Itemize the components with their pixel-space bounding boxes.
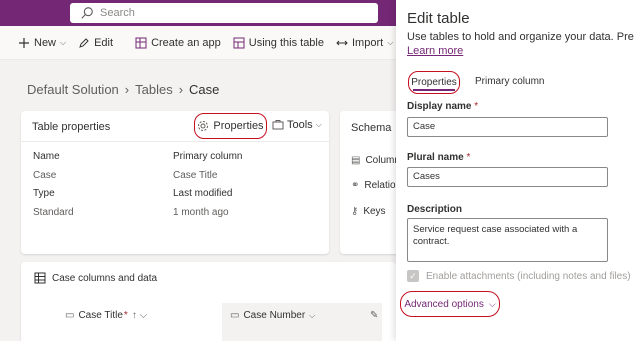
grid-header-shade (222, 303, 382, 341)
tab-properties-label: Properties (411, 77, 457, 88)
sort-icon: ↑ ⌵ (131, 310, 148, 321)
plus-icon (19, 37, 29, 48)
import-label: Import (352, 36, 384, 49)
panel-description: Use tables to hold and organize your dat… (407, 31, 634, 43)
modified-value: 1 month ago (173, 207, 229, 218)
search-icon (81, 7, 93, 19)
panel-title: Edit table (407, 10, 470, 27)
column-header-case-number[interactable]: ▭ Case Number ⌵ (230, 310, 315, 321)
using-table-button[interactable]: Using this table (233, 37, 324, 49)
modified-label: Last modified (173, 188, 233, 199)
properties-label: Properties (213, 120, 264, 132)
toolbox-icon (272, 120, 284, 130)
edit-button[interactable]: Edit (78, 37, 113, 49)
chevron-down-icon: ⌵ (315, 120, 322, 129)
description-field[interactable]: Service request case associated with a c… (407, 218, 608, 262)
columns-title-text: Case columns and data (52, 272, 158, 284)
breadcrumb-solution[interactable]: Default Solution (27, 82, 119, 97)
schema-title-text: Schema (351, 122, 392, 134)
new-button[interactable]: New ⌵ (18, 37, 66, 49)
type-value: Standard (33, 207, 74, 218)
name-value: Case (33, 170, 57, 181)
app-grid-icon (135, 37, 147, 48)
enable-attachments-checkbox[interactable]: ✓ (407, 270, 419, 282)
tools-label: Tools (287, 119, 313, 131)
divider (21, 141, 329, 142)
required-marker: * (474, 101, 479, 112)
import-button[interactable]: Import ⌵ (336, 37, 393, 49)
pencil-icon[interactable]: ✎ (370, 310, 378, 321)
tab-primary-column[interactable]: Primary column (475, 76, 544, 87)
table-icon (34, 272, 46, 284)
type-label: Type (33, 188, 55, 199)
table-grid-icon (233, 37, 245, 48)
columns-icon: ▤ (351, 155, 361, 166)
primary-value: Case Title (173, 170, 218, 181)
plural-name-field[interactable]: Cases (407, 167, 608, 187)
breadcrumb-tables[interactable]: Tables (135, 82, 173, 97)
advanced-options-button[interactable]: Advanced options ⌵ (400, 291, 500, 317)
plural-name-label: Plural name * (407, 152, 470, 163)
breadcrumb: Default Solution › Tables › Case (27, 82, 219, 97)
primary-label: Primary column (173, 151, 243, 162)
card-title: Table properties (32, 121, 111, 133)
advanced-options-label: Advanced options (404, 298, 484, 310)
text-field-icon: ▭ (230, 310, 240, 321)
using-table-label: Using this table (248, 36, 324, 49)
tab-active-indicator (413, 89, 455, 91)
new-label: New (34, 36, 57, 49)
import-arrows-icon (336, 40, 348, 45)
chevron-down-icon: ⌵ (387, 37, 394, 47)
command-bar: New ⌵ Edit Create an app Using this tabl… (0, 26, 416, 60)
name-label: Name (33, 151, 60, 162)
key-icon: ⚷ (351, 206, 359, 217)
display-name-field[interactable]: Case (407, 117, 608, 137)
create-app-button[interactable]: Create an app (135, 37, 221, 49)
required-marker: * (123, 310, 128, 321)
schema-keys-link[interactable]: ⚷ Keys (351, 206, 386, 217)
relationship-icon: ⚭ (351, 180, 360, 191)
search-box[interactable]: Search (70, 3, 378, 23)
col-case-title-label: Case Title (78, 310, 123, 321)
description-label: Description (407, 204, 463, 215)
columns-card-title: Case columns and data (34, 272, 157, 284)
breadcrumb-separator: › (124, 82, 130, 97)
create-app-label: Create an app (151, 36, 221, 49)
text-field-icon: ▭ (65, 310, 75, 321)
search-placeholder: Search (100, 7, 135, 19)
chevron-down-icon: ⌵ (60, 37, 67, 47)
gear-icon (198, 121, 209, 131)
chevron-down-icon: ⌵ (488, 298, 496, 309)
chevron-down-icon: ⌵ (309, 310, 316, 320)
col-case-number-label: Case Number (243, 310, 306, 321)
breadcrumb-current: Case (189, 82, 220, 97)
learn-more-link[interactable]: Learn more (407, 45, 463, 57)
edit-label: Edit (94, 36, 114, 49)
enable-attachments-row: ✓ Enable attachments (including notes an… (407, 270, 634, 282)
breadcrumb-separator: › (178, 82, 184, 97)
enable-attachments-label: Enable attachments (including notes and … (426, 270, 631, 282)
schema-keys-label: Keys (363, 206, 386, 217)
table-properties-card: Table properties (21, 111, 329, 254)
edit-table-panel: Edit table Use tables to hold and organi… (396, 0, 634, 341)
plural-name-label-text: Plural name (407, 152, 464, 163)
column-header-case-title[interactable]: ▭ Case Title * ↑ ⌵ (65, 310, 147, 321)
required-marker: * (466, 152, 471, 163)
display-name-label: Display name * (407, 101, 478, 112)
display-name-label-text: Display name (407, 101, 472, 112)
tools-button[interactable]: Tools ⌵ (272, 119, 322, 131)
properties-button[interactable]: Properties (194, 113, 267, 139)
pencil-icon (79, 37, 89, 48)
